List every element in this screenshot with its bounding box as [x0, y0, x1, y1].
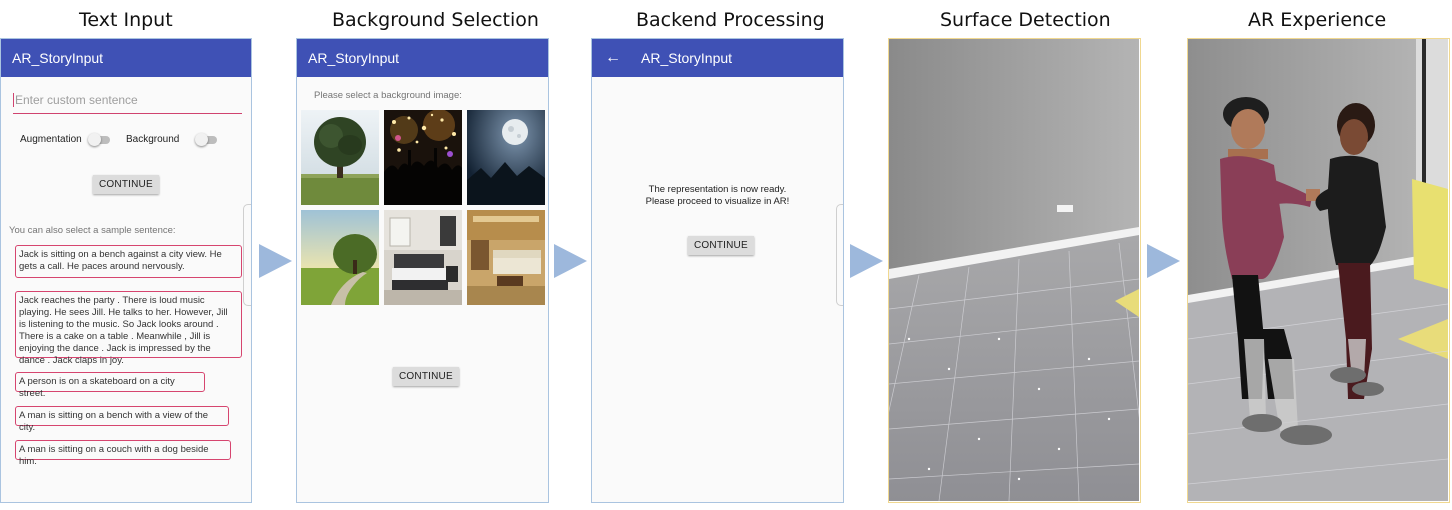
edge-handle[interactable] — [243, 204, 251, 306]
custom-sentence-input[interactable]: Enter custom sentence — [13, 93, 242, 114]
panel-title-ar-experience: AR Experience — [1248, 9, 1387, 31]
app-bar: AR_StoryInput — [1, 39, 251, 77]
background-living-room-image[interactable] — [467, 210, 545, 305]
app-bar: ← AR_StoryInput — [592, 39, 843, 77]
flow-arrow — [554, 244, 587, 278]
toggle-knob — [88, 133, 101, 146]
back-arrow-icon[interactable]: ← — [605, 49, 621, 67]
sample-sentence-5[interactable]: A man is sitting on a couch with a dog b… — [15, 440, 231, 467]
app-title: AR_StoryInput — [641, 50, 733, 66]
flow-arrow — [1147, 244, 1180, 278]
background-moon-image[interactable] — [467, 110, 545, 205]
background-toggle[interactable] — [195, 133, 217, 146]
background-label: Background — [126, 134, 180, 145]
panel-title-surface-detection: Surface Detection — [940, 9, 1111, 31]
ar-scene — [1188, 39, 1448, 501]
augmentation-toggle[interactable] — [88, 133, 110, 146]
background-selection-screen: AR_StoryInput Please select a background… — [296, 38, 549, 503]
background-bedroom-image[interactable] — [384, 210, 462, 305]
ar-experience-view — [1187, 38, 1450, 503]
sample-sentence-4[interactable]: A man is sitting on a bench with a view … — [15, 406, 229, 433]
app-bar: AR_StoryInput — [297, 39, 548, 77]
sample-sentence-3[interactable]: A person is on a skateboard on a city st… — [15, 372, 205, 399]
panel-title-backend-processing: Backend Processing — [636, 9, 825, 31]
continue-button[interactable]: CONTINUE — [688, 236, 754, 255]
panel-title-background-selection: Background Selection — [332, 9, 539, 31]
app-title: AR_StoryInput — [12, 50, 104, 66]
edge-handle[interactable] — [836, 204, 843, 306]
background-road-image[interactable] — [301, 210, 379, 305]
backend-processing-screen: ← AR_StoryInput The representation is no… — [591, 38, 844, 503]
ready-message: The representation is now ready. Please … — [592, 184, 843, 208]
background-party-image[interactable] — [384, 110, 462, 205]
background-tree-image[interactable] — [301, 110, 379, 205]
text-input-screen: AR_StoryInput Enter custom sentence Augm… — [0, 38, 252, 503]
panel-title-text-input: Text Input — [79, 9, 173, 31]
input-placeholder: Enter custom sentence — [13, 93, 138, 107]
continue-button[interactable]: CONTINUE — [93, 175, 159, 194]
toggle-knob — [195, 133, 208, 146]
ready-message-line-1: The representation is now ready. — [648, 184, 787, 195]
augmentation-label: Augmentation — [20, 134, 82, 145]
background-prompt: Please select a background image: — [314, 90, 462, 101]
continue-button[interactable]: CONTINUE — [393, 367, 459, 386]
sample-sentence-1[interactable]: Jack is sitting on a bench against a cit… — [15, 245, 242, 278]
ar-camera-feed — [889, 39, 1139, 501]
flow-arrow — [850, 244, 883, 278]
sample-sentence-2[interactable]: Jack reaches the party . There is loud m… — [15, 291, 242, 366]
sample-hint: You can also select a sample sentence: — [9, 225, 176, 236]
flow-arrow — [259, 244, 292, 278]
app-title: AR_StoryInput — [308, 50, 400, 66]
ready-message-line-2: Please proceed to visualize in AR! — [645, 196, 790, 207]
surface-detection-view — [888, 38, 1141, 503]
